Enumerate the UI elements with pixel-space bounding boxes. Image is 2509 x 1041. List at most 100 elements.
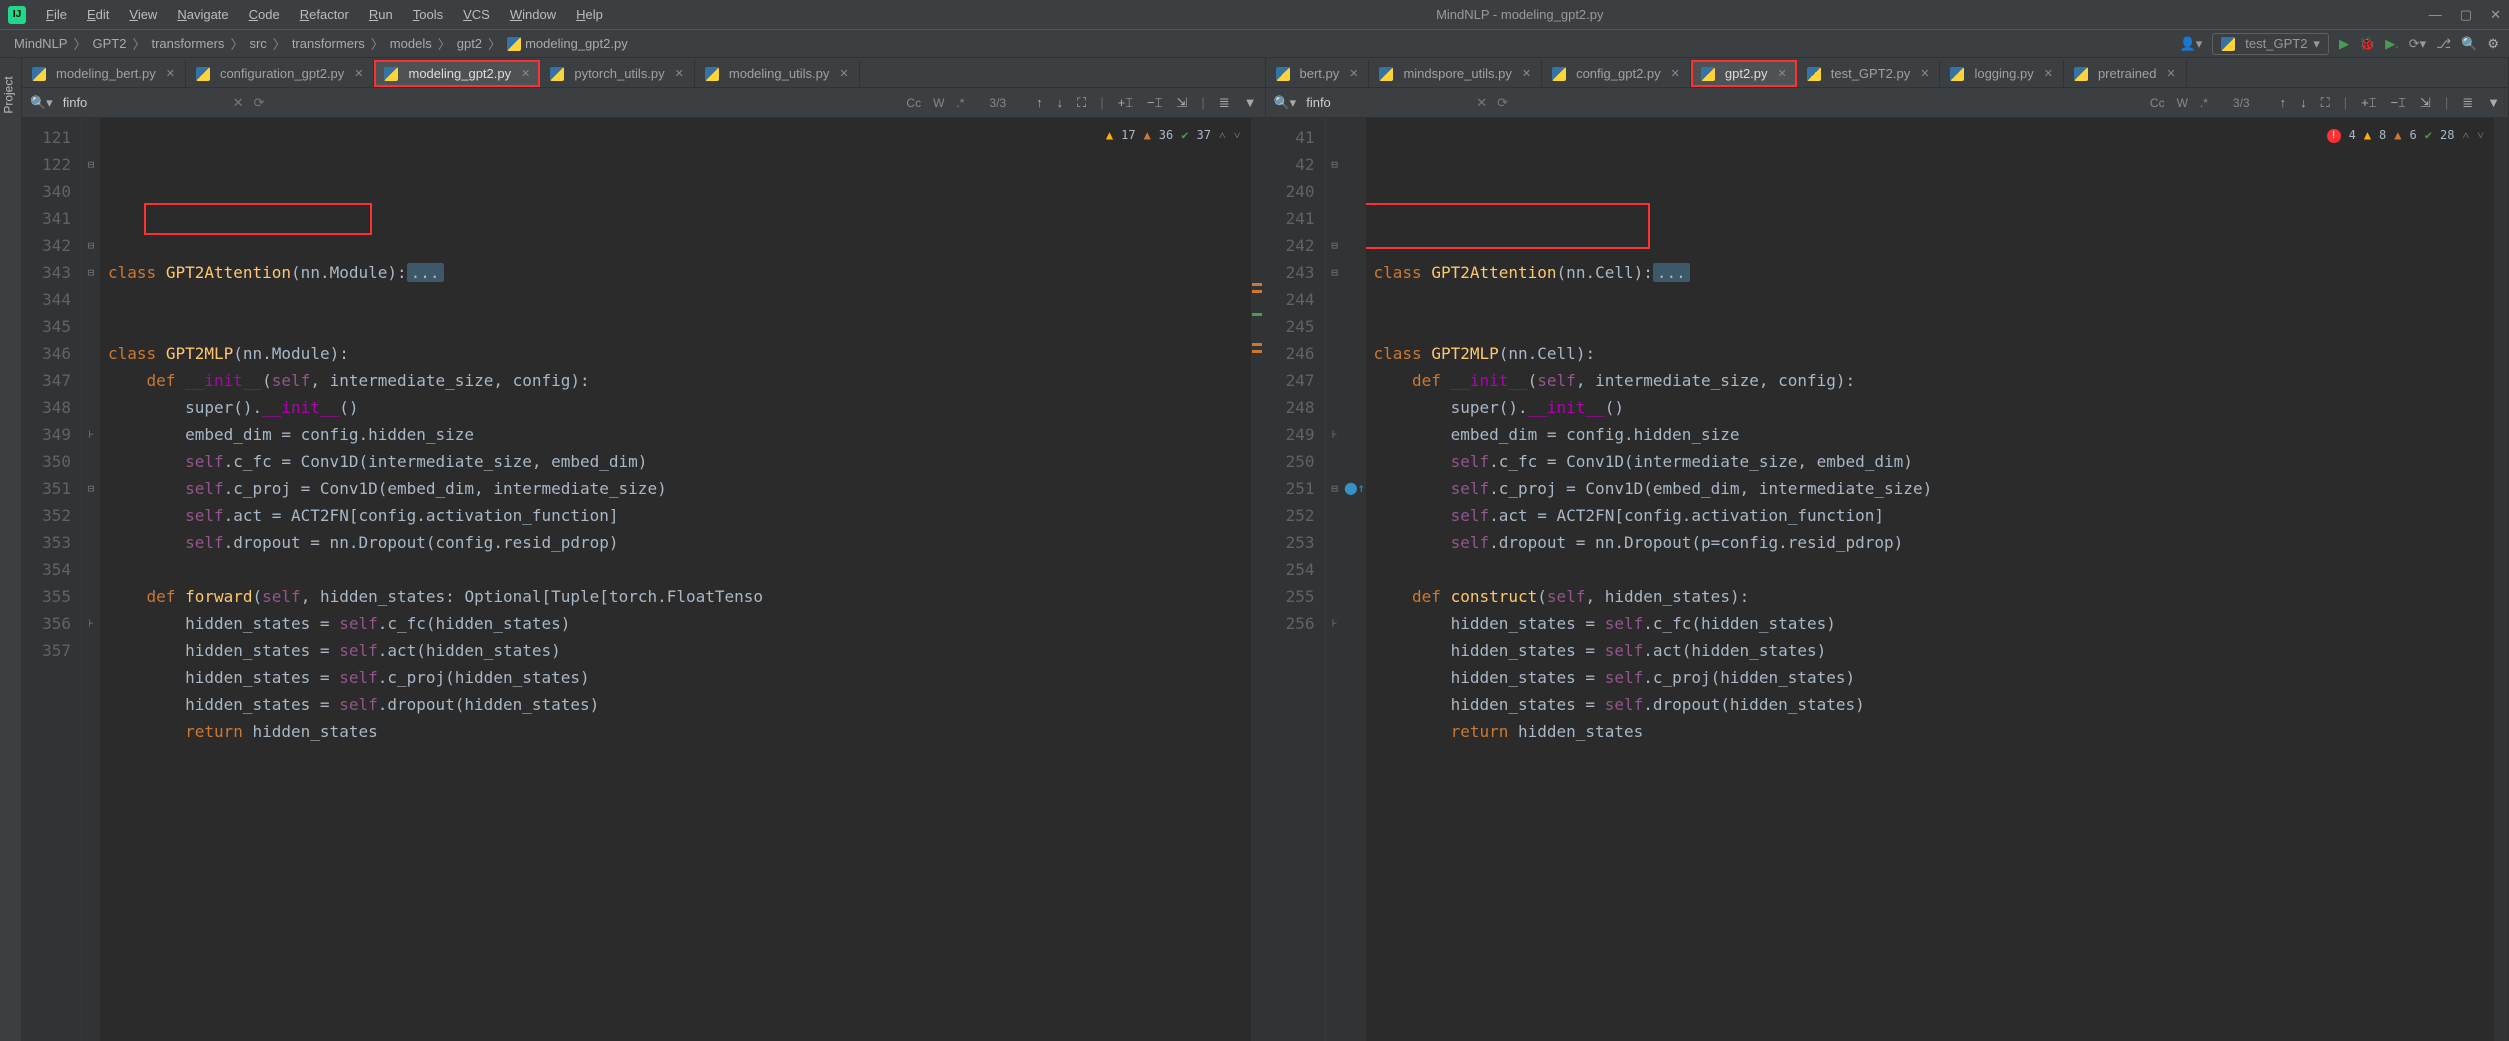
tab-modeling_utils-py[interactable]: modeling_utils.py✕ bbox=[695, 60, 860, 87]
commit-icon[interactable]: ⬤↑ bbox=[1344, 475, 1366, 502]
fold-toggle[interactable]: ⊟ bbox=[82, 475, 100, 502]
code-line[interactable]: self.c_fc = Conv1D(intermediate_size, em… bbox=[1374, 448, 2495, 475]
run-config-selector[interactable]: test_GPT2 ▾ bbox=[2212, 33, 2329, 55]
add-selection-icon[interactable]: +⌶ bbox=[1118, 95, 1133, 111]
tab-test_GPT2-py[interactable]: test_GPT2.py✕ bbox=[1797, 60, 1941, 87]
fold-toggle[interactable] bbox=[82, 205, 100, 232]
tab-config_gpt2-py[interactable]: config_gpt2.py✕ bbox=[1542, 60, 1691, 87]
fold-toggle[interactable] bbox=[1326, 502, 1344, 529]
settings-icon[interactable]: ⚙ bbox=[2487, 36, 2499, 52]
menu-help[interactable]: Help bbox=[568, 4, 611, 25]
menu-refactor[interactable]: Refactor bbox=[292, 4, 357, 25]
fold-toggle[interactable] bbox=[82, 178, 100, 205]
regex-toggle[interactable]: .* bbox=[956, 96, 964, 110]
line-number[interactable]: 243 bbox=[1266, 259, 1315, 286]
line-number[interactable]: 344 bbox=[22, 286, 71, 313]
fold-toggle[interactable]: ⊟ bbox=[1326, 475, 1344, 502]
breadcrumb-item[interactable]: transformers bbox=[288, 36, 369, 51]
code-line[interactable]: def __init__(self, intermediate_size, co… bbox=[1374, 367, 2495, 394]
code-line[interactable] bbox=[1374, 556, 2495, 583]
line-number[interactable]: 253 bbox=[1266, 529, 1315, 556]
fold-toggle[interactable] bbox=[1326, 556, 1344, 583]
fold-toggle[interactable] bbox=[1326, 529, 1344, 556]
fold-toggle[interactable] bbox=[1326, 205, 1344, 232]
tab-gpt2-py[interactable]: gpt2.py✕ bbox=[1691, 60, 1797, 87]
remove-selection-icon[interactable]: −⌶ bbox=[2391, 95, 2406, 111]
tab-modeling_gpt2-py[interactable]: modeling_gpt2.py✕ bbox=[374, 60, 540, 87]
clear-icon[interactable]: ✕ bbox=[233, 95, 244, 111]
code-line[interactable] bbox=[1374, 232, 2495, 259]
find-next-icon[interactable]: ↓ bbox=[2300, 95, 2307, 110]
line-number[interactable]: 355 bbox=[22, 583, 71, 610]
fold-toggle[interactable]: ⊦ bbox=[1326, 421, 1344, 448]
fold-toggle[interactable]: ⊟ bbox=[1326, 151, 1344, 178]
line-number[interactable]: 246 bbox=[1266, 340, 1315, 367]
menu-run[interactable]: Run bbox=[361, 4, 401, 25]
code-line[interactable]: class GPT2MLP(nn.Module): bbox=[108, 340, 1251, 367]
menu-code[interactable]: Code bbox=[241, 4, 288, 25]
fold-toggle[interactable] bbox=[1326, 583, 1344, 610]
close-tab-icon[interactable]: ✕ bbox=[521, 67, 530, 80]
code-line[interactable]: self.act = ACT2FN[config.activation_func… bbox=[1374, 502, 2495, 529]
markers-right[interactable] bbox=[2494, 118, 2508, 1041]
code-line[interactable]: hidden_states = self.c_fc(hidden_states) bbox=[108, 610, 1251, 637]
minimize-icon[interactable]: — bbox=[2429, 7, 2442, 22]
line-number[interactable]: 342 bbox=[22, 232, 71, 259]
inspections-left[interactable]: ▲17 ▲36 ✔37 ˄ ˅ bbox=[1106, 122, 1241, 149]
line-number[interactable]: 345 bbox=[22, 313, 71, 340]
line-number[interactable]: 250 bbox=[1266, 448, 1315, 475]
menu-file[interactable]: File bbox=[38, 4, 75, 25]
fold-toggle[interactable] bbox=[82, 124, 100, 151]
code-line[interactable] bbox=[108, 556, 1251, 583]
fold-toggle[interactable]: ⊟ bbox=[82, 151, 100, 178]
line-number[interactable]: 122 bbox=[22, 151, 71, 178]
profile-icon[interactable]: ⟳▾ bbox=[2409, 36, 2426, 52]
line-number[interactable]: 41 bbox=[1266, 124, 1315, 151]
fold-toggle[interactable] bbox=[1326, 637, 1344, 664]
code-line[interactable] bbox=[108, 286, 1251, 313]
line-number[interactable]: 349 bbox=[22, 421, 71, 448]
code-line[interactable]: def forward(self, hidden_states: Optiona… bbox=[108, 583, 1251, 610]
code-line[interactable]: hidden_states = self.dropout(hidden_stat… bbox=[1374, 691, 2495, 718]
line-number[interactable]: 249 bbox=[1266, 421, 1315, 448]
close-tab-icon[interactable]: ✕ bbox=[2167, 67, 2176, 80]
code-line[interactable]: self.dropout = nn.Dropout(config.resid_p… bbox=[108, 529, 1251, 556]
code-line[interactable] bbox=[1374, 313, 2495, 340]
git-icon[interactable]: ⎇ bbox=[2436, 36, 2451, 52]
tab-bert-py[interactable]: bert.py✕ bbox=[1266, 60, 1370, 87]
code-line[interactable]: embed_dim = config.hidden_size bbox=[108, 421, 1251, 448]
line-number[interactable]: 256 bbox=[1266, 610, 1315, 637]
line-number[interactable]: 244 bbox=[1266, 286, 1315, 313]
line-number[interactable]: 354 bbox=[22, 556, 71, 583]
line-number[interactable]: 245 bbox=[1266, 313, 1315, 340]
tab-pretrained[interactable]: pretrained✕ bbox=[2064, 60, 2187, 87]
line-number[interactable]: 252 bbox=[1266, 502, 1315, 529]
editor-right[interactable]: 4142240241242243244245246247248249250251… bbox=[1266, 118, 2509, 1041]
markers-left[interactable] bbox=[1251, 118, 1265, 1041]
user-icon[interactable]: 👤▾ bbox=[2180, 36, 2203, 52]
line-number[interactable] bbox=[1266, 637, 1315, 664]
words-toggle[interactable]: W bbox=[2177, 96, 2188, 110]
breadcrumb-item[interactable]: transformers bbox=[147, 36, 228, 51]
line-number[interactable]: 340 bbox=[22, 178, 71, 205]
breadcrumb-item[interactable]: src bbox=[245, 36, 270, 51]
line-number[interactable]: 247 bbox=[1266, 367, 1315, 394]
line-number[interactable]: 42 bbox=[1266, 151, 1315, 178]
inspections-right[interactable]: !4 ▲8 ▲6 ✔28 ˄ ˅ bbox=[2327, 122, 2484, 149]
fold-toggle[interactable] bbox=[82, 313, 100, 340]
line-number[interactable]: 254 bbox=[1266, 556, 1315, 583]
menu-vcs[interactable]: VCS bbox=[455, 4, 498, 25]
find-prev-icon[interactable]: ↑ bbox=[1036, 95, 1043, 110]
breadcrumb-item[interactable]: modeling_gpt2.py bbox=[503, 36, 632, 52]
menu-tools[interactable]: Tools bbox=[405, 4, 451, 25]
code-line[interactable]: super().__init__() bbox=[1374, 394, 2495, 421]
code-line[interactable]: hidden_states = self.act(hidden_states) bbox=[1374, 637, 2495, 664]
filter-icon[interactable]: ▼ bbox=[2487, 95, 2500, 110]
line-number[interactable]: 251 bbox=[1266, 475, 1315, 502]
select-all-icon[interactable]: ⛶ bbox=[1077, 95, 1086, 111]
tab-pytorch_utils-py[interactable]: pytorch_utils.py✕ bbox=[540, 60, 695, 87]
fold-toggle[interactable]: ⊟ bbox=[1326, 232, 1344, 259]
line-number[interactable]: 346 bbox=[22, 340, 71, 367]
breadcrumb-item[interactable]: GPT2 bbox=[88, 36, 130, 51]
find-input-left[interactable] bbox=[63, 95, 223, 110]
